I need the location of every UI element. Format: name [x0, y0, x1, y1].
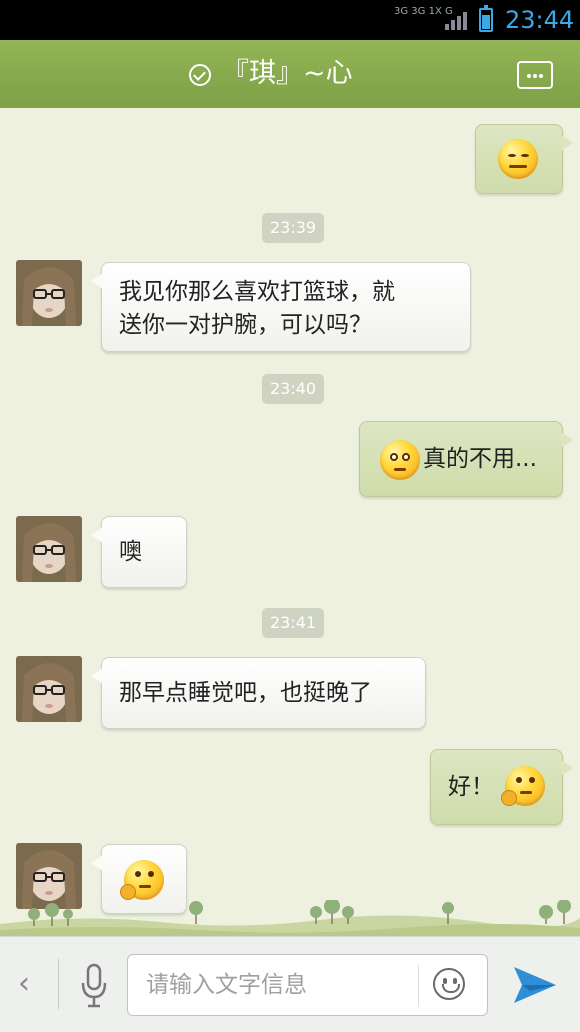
microphone-icon[interactable]	[80, 963, 108, 1009]
chat-header: 『琪』~心	[0, 40, 580, 114]
network-indicator: 3G 3G 1X G	[394, 6, 453, 17]
contact-avatar[interactable]	[16, 516, 82, 582]
message-outgoing[interactable]: 真的不用...	[359, 421, 573, 497]
status-bar: 3G 3G 1X G 23:44	[0, 0, 580, 40]
contact-name: 『琪』~心	[222, 58, 353, 89]
status-clock: 23:44	[505, 6, 575, 34]
signal-icon	[445, 12, 469, 30]
divider	[418, 965, 419, 1007]
message-text: 真的不用...	[423, 446, 537, 472]
ground-decoration	[0, 900, 580, 936]
chat-area[interactable]: 23:39 我见你那么喜欢打篮球，就 送你一对护腕，可以吗？ 23:40 真的不…	[0, 108, 580, 936]
squint-face-emoji	[380, 440, 420, 480]
timestamp: 23:41	[262, 608, 325, 638]
message-text: 噢	[119, 539, 142, 565]
annoyed-face-emoji	[498, 139, 538, 179]
contact-avatar[interactable]	[16, 656, 82, 722]
message-text: 那早点睡觉吧，也挺晚了	[119, 680, 372, 706]
message-field[interactable]	[127, 954, 488, 1016]
message-incoming[interactable]: 噢	[91, 516, 187, 588]
message-text: 我见你那么喜欢打篮球，就	[119, 279, 395, 305]
thinking-face-emoji	[120, 860, 164, 900]
input-bar: ‹	[0, 936, 580, 1032]
message-text: 送你一对护腕，可以吗？	[119, 312, 372, 338]
timestamp: 23:39	[262, 213, 325, 243]
message-outgoing[interactable]: 好！	[430, 749, 573, 825]
battery-icon	[479, 5, 493, 32]
thinking-face-emoji	[501, 766, 545, 806]
emoji-picker-icon[interactable]	[433, 968, 465, 1000]
divider	[58, 959, 59, 1009]
timestamp: 23:40	[262, 374, 325, 404]
message-outgoing-emoji[interactable]	[475, 124, 573, 194]
check-circle-icon	[189, 64, 211, 86]
contact-avatar[interactable]	[16, 260, 82, 326]
message-text: 好！	[448, 774, 494, 800]
message-input[interactable]	[146, 967, 416, 1003]
chevron-left-icon[interactable]: ‹	[18, 969, 30, 999]
message-incoming[interactable]: 那早点睡觉吧，也挺晚了	[91, 657, 426, 729]
more-dots-icon[interactable]	[517, 61, 553, 89]
message-incoming[interactable]: 我见你那么喜欢打篮球，就 送你一对护腕，可以吗？	[91, 262, 471, 352]
send-icon[interactable]	[512, 965, 558, 1005]
